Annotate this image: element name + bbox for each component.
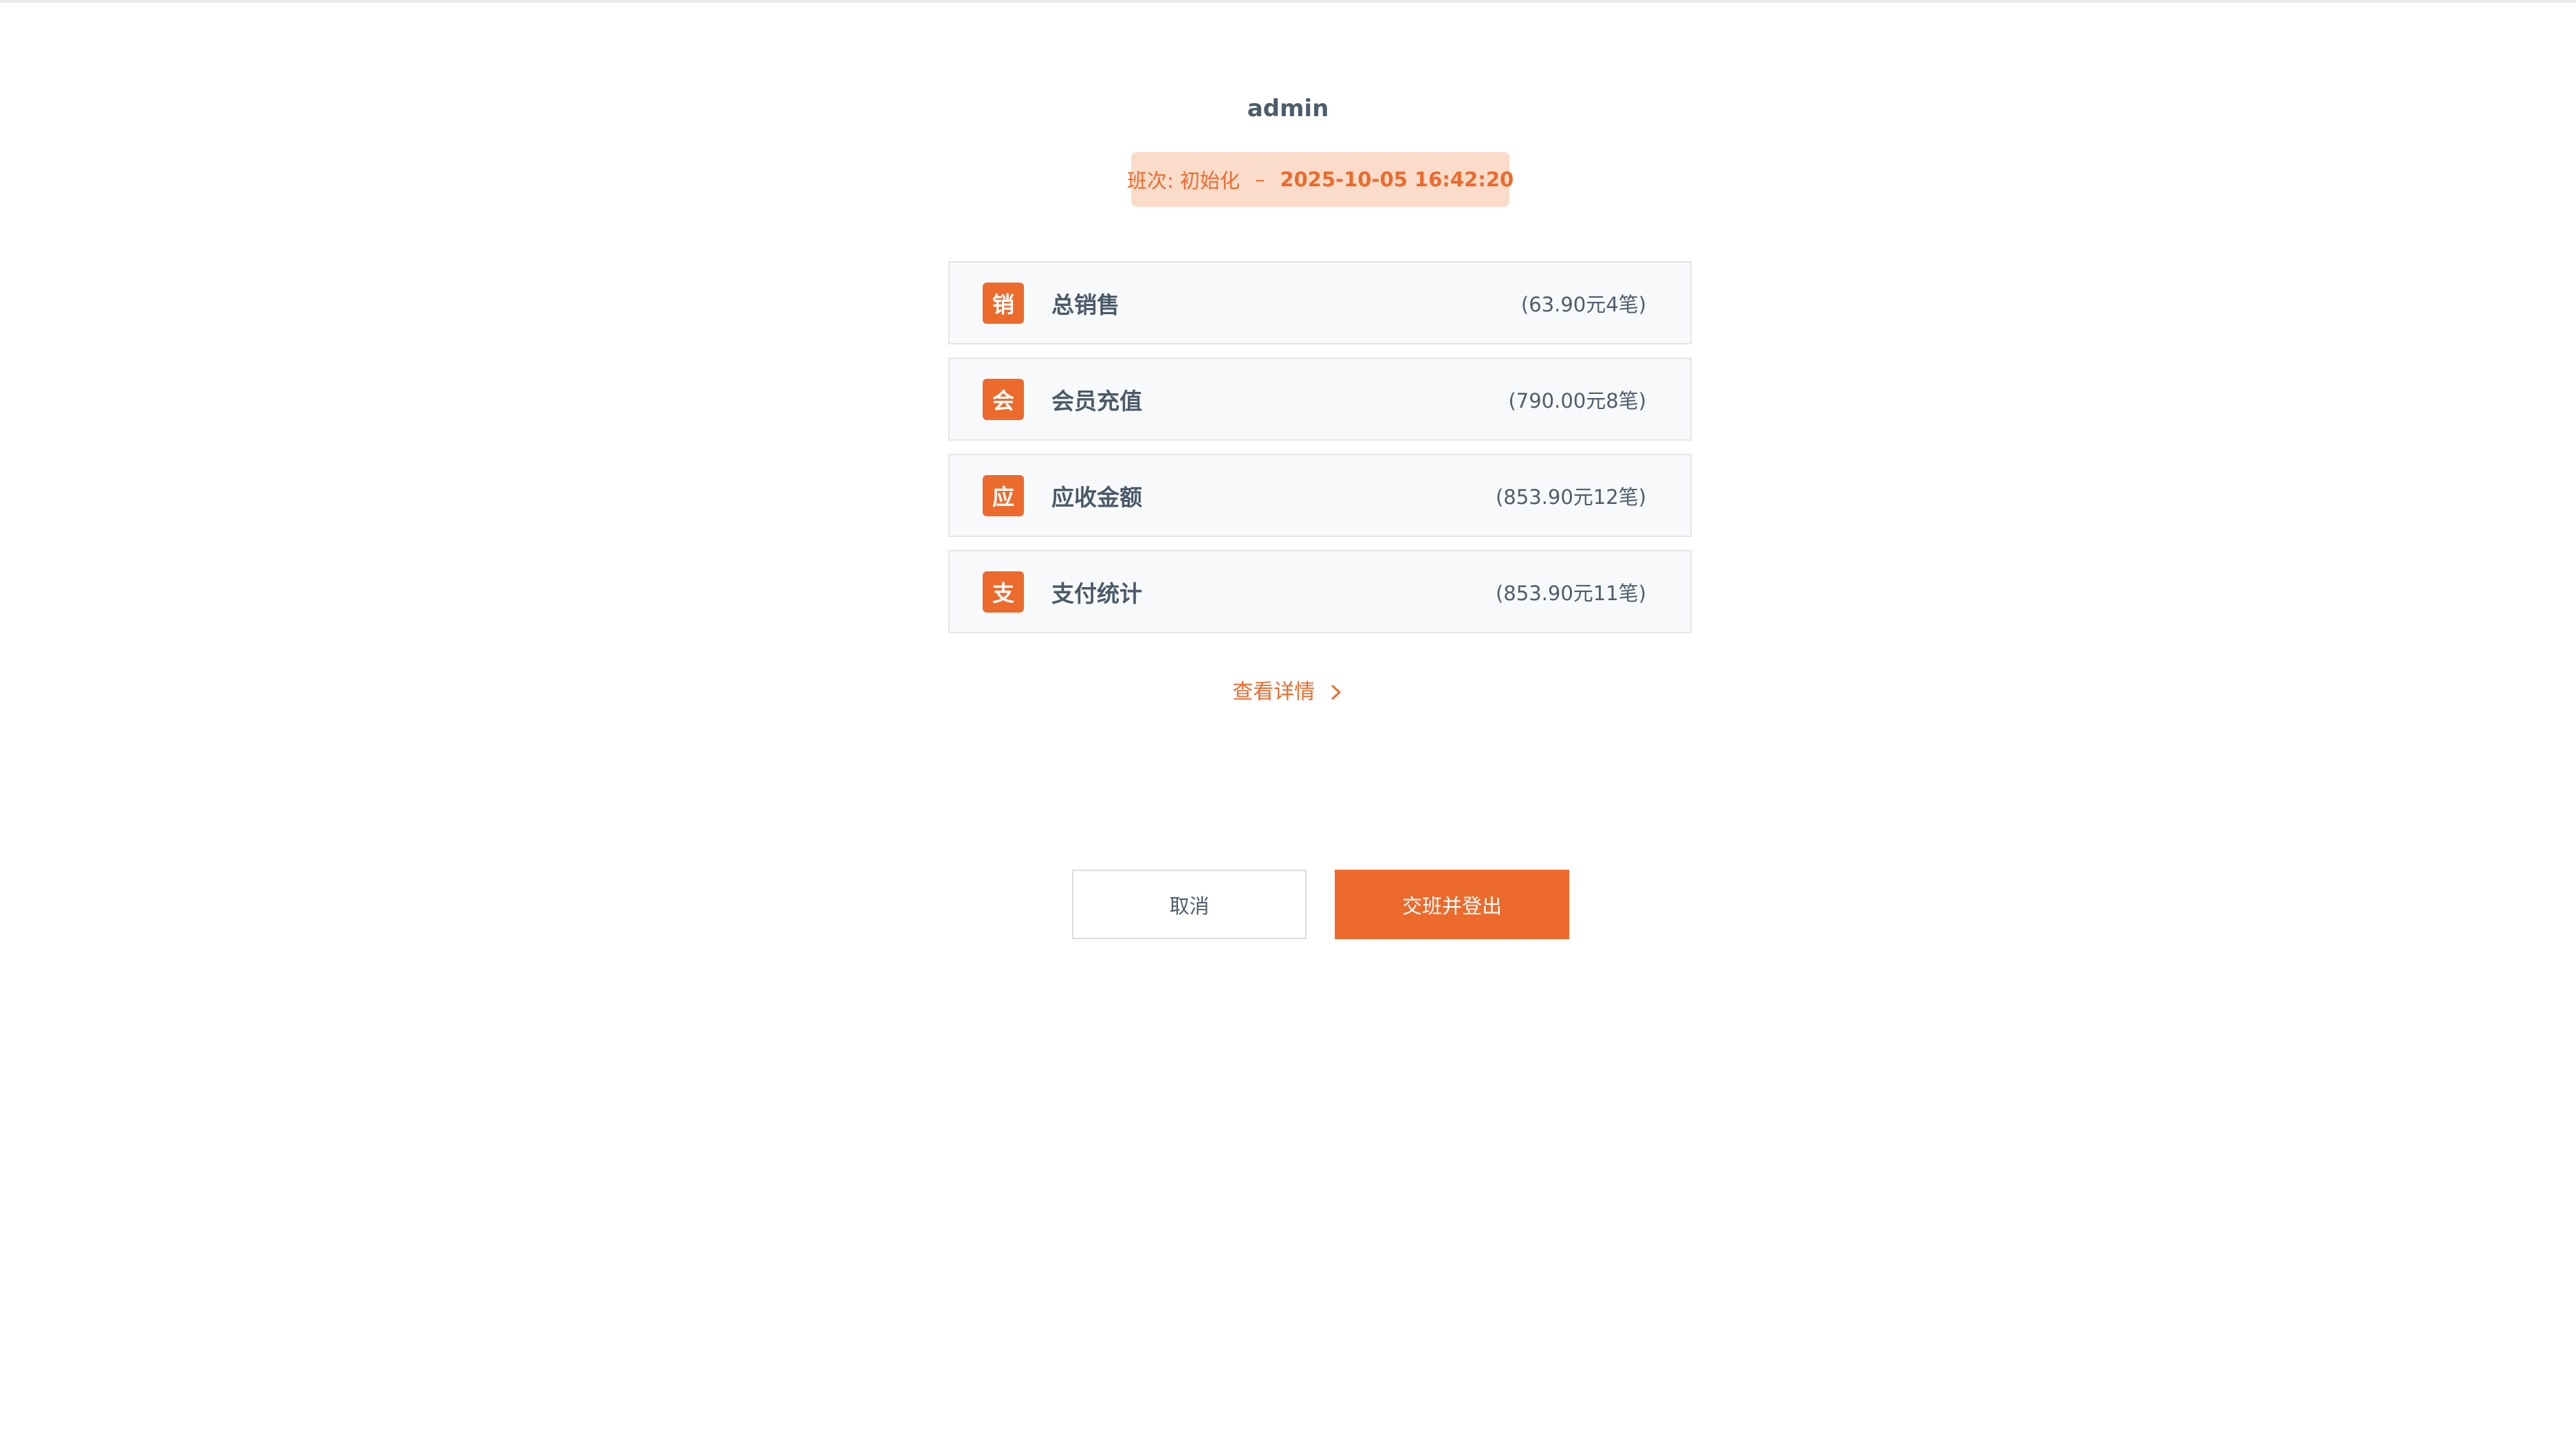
chevron-right-icon (1331, 685, 1341, 700)
row-label: 总销售 (1051, 291, 1120, 318)
sales-icon: 销 (983, 282, 1024, 324)
receivable-icon: 应 (983, 474, 1024, 516)
summary-row-payment-stats: 支 支付统计 (853.90元11笔) (948, 550, 1692, 633)
handover-logout-button[interactable]: 交班并登出 (1335, 870, 1569, 939)
top-divider (0, 0, 2576, 3)
shift-separator: – (1254, 168, 1265, 191)
shift-time: 2025-10-05 16:42:20 (1280, 168, 1514, 191)
member-icon: 会 (983, 378, 1024, 420)
row-value: (853.90元12笔) (1495, 485, 1646, 509)
summary-row-member-recharge: 会 会员充值 (790.00元8笔) (948, 358, 1692, 441)
summary-row-receivable: 应 应收金额 (853.90元12笔) (948, 454, 1692, 537)
payment-icon: 支 (983, 571, 1024, 613)
row-value: (790.00元8笔) (1508, 388, 1646, 412)
summary-row-total-sales: 销 总销售 (63.90元4笔) (948, 261, 1692, 344)
row-value: (63.90元4笔) (1520, 292, 1646, 316)
row-label: 应收金额 (1051, 483, 1142, 511)
row-value: (853.90元11笔) (1495, 581, 1646, 605)
shift-label: 班次: 初始化 (1126, 169, 1240, 192)
row-label: 会员充值 (1051, 387, 1142, 415)
username: admin (1247, 95, 1329, 122)
summary-list: 销 总销售 (63.90元4笔) 会 会员充值 (790.00元8笔) 应 应收… (948, 261, 1692, 646)
view-details-link[interactable]: 查看详情 (0, 677, 2576, 707)
shift-badge: 班次: 初始化 – 2025-10-05 16:42:20 (1127, 152, 1514, 207)
view-details-label: 查看详情 (1232, 680, 1316, 704)
cancel-button[interactable]: 取消 (1072, 870, 1307, 939)
row-label: 支付统计 (1051, 580, 1142, 607)
